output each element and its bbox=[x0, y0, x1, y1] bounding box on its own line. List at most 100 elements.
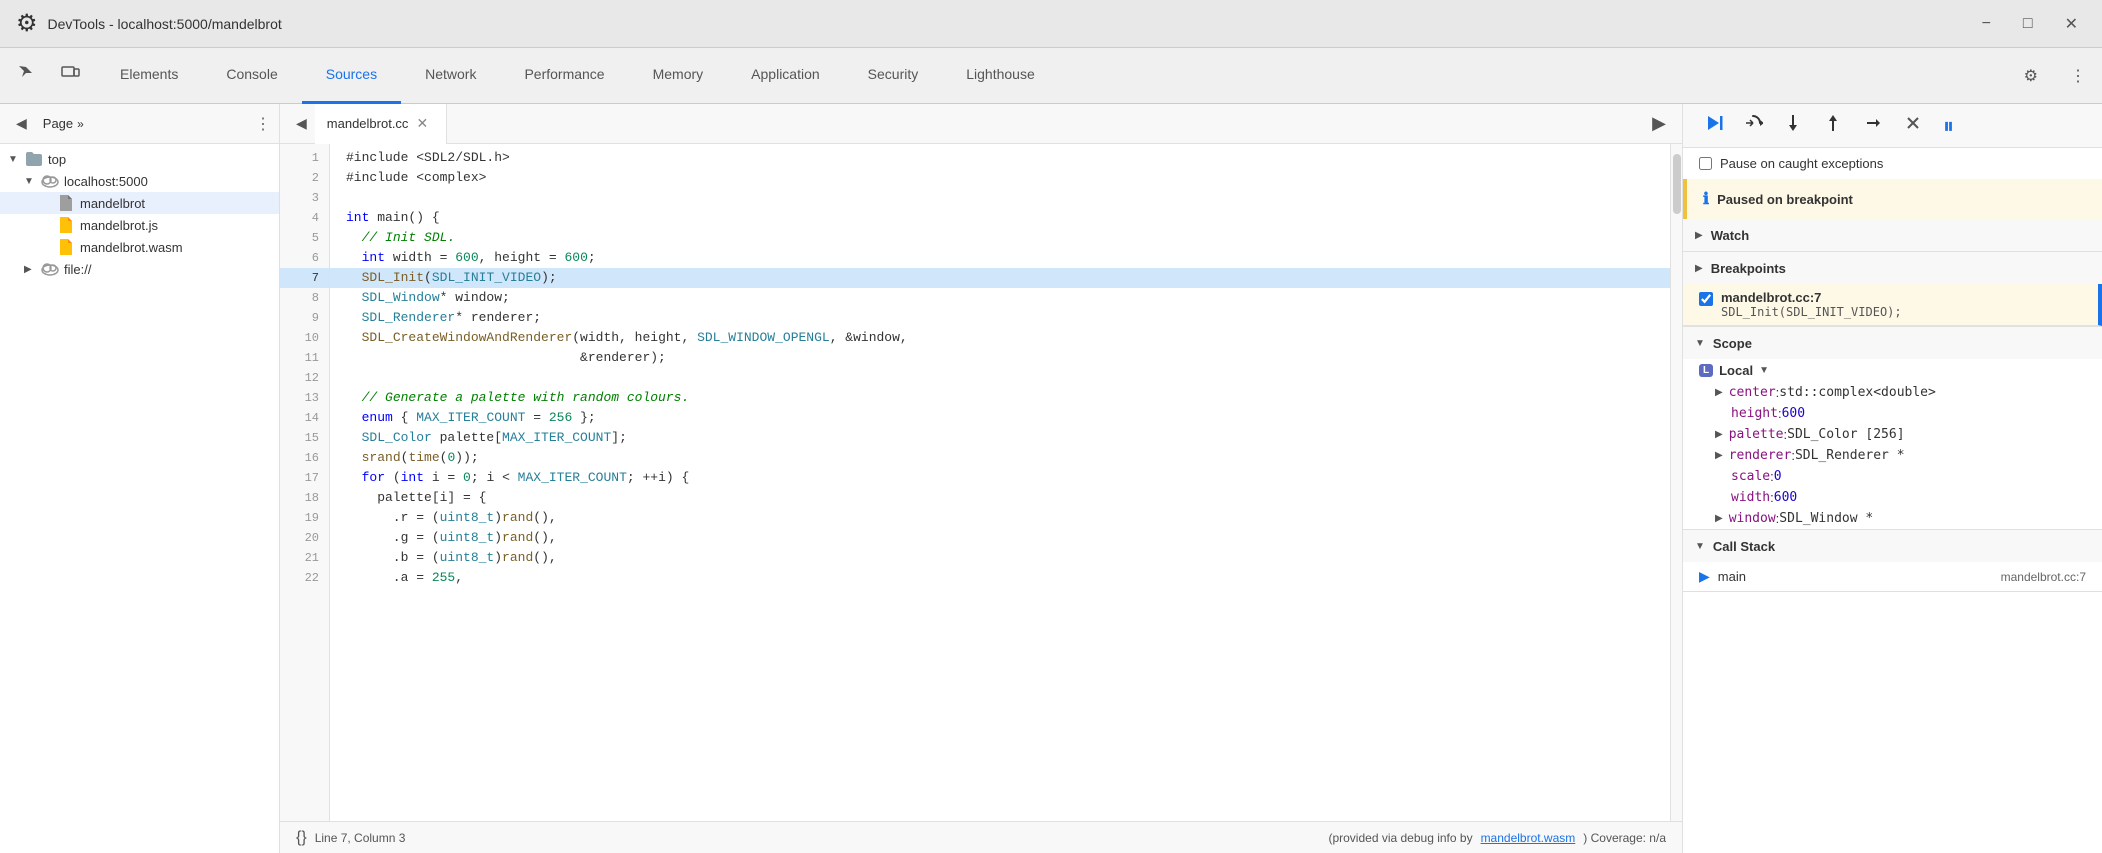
editor-tabs: ◀ mandelbrot.cc ✕ ▶ bbox=[280, 104, 1682, 144]
line-number-11[interactable]: 11 bbox=[280, 348, 329, 368]
pause-on-caught-checkbox[interactable] bbox=[1699, 157, 1712, 170]
line-number-6[interactable]: 6 bbox=[280, 248, 329, 268]
scope-expand-arrow: ▶ bbox=[1715, 429, 1723, 440]
scope-item-renderer[interactable]: ▶renderer: SDL_Renderer * bbox=[1683, 445, 2102, 466]
maximize-button[interactable]: □ bbox=[2015, 10, 2041, 38]
scope-items: ▶center: std::complex<double>height: 600… bbox=[1683, 382, 2102, 529]
nav-tab-console[interactable]: Console bbox=[202, 48, 301, 104]
nav-tab-application[interactable]: Application bbox=[727, 48, 844, 104]
breakpoints-arrow-icon: ▶ bbox=[1695, 263, 1703, 274]
editor-format-button[interactable]: ▶ bbox=[1644, 109, 1674, 138]
editor-tab-close-icon[interactable]: ✕ bbox=[414, 113, 430, 134]
call-stack-arrow-icon: ▼ bbox=[1695, 541, 1705, 552]
nav-tab-memory[interactable]: Memory bbox=[629, 48, 728, 104]
more-button[interactable]: ⋮ bbox=[2062, 62, 2094, 90]
step-button[interactable] bbox=[1855, 109, 1891, 143]
scrollbar-thumb[interactable] bbox=[1673, 154, 1681, 214]
tree-item-mandelbrot-wasm[interactable]: mandelbrot.wasm bbox=[0, 236, 279, 258]
line-number-7[interactable]: 7 bbox=[280, 268, 329, 288]
close-button[interactable]: ✕ bbox=[2057, 10, 2086, 38]
line-number-9[interactable]: 9 bbox=[280, 308, 329, 328]
step-into-button[interactable] bbox=[1775, 109, 1811, 143]
nav-tab-network[interactable]: Network bbox=[401, 48, 500, 104]
device-toolbar-button[interactable] bbox=[52, 59, 88, 92]
scope-expand-arrow: ▶ bbox=[1715, 450, 1723, 461]
tree-item-label: file:// bbox=[64, 262, 91, 277]
code-line-22: .a = 255, bbox=[346, 568, 1670, 588]
minimize-button[interactable]: − bbox=[1974, 10, 1999, 38]
left-panel-menu-icon[interactable]: ⋮ bbox=[255, 114, 271, 134]
page-tab[interactable]: Page » bbox=[35, 112, 92, 135]
deactivate-button[interactable] bbox=[1895, 109, 1931, 143]
breakpoint-checkbox[interactable] bbox=[1699, 292, 1713, 306]
breakpoints-section-header[interactable]: ▶ Breakpoints bbox=[1683, 252, 2102, 284]
code-editor[interactable]: 12345678910111213141516171819202122 #inc… bbox=[280, 144, 1682, 821]
tree-item-localhost-5000[interactable]: ▼localhost:5000 bbox=[0, 170, 279, 192]
line-number-13[interactable]: 13 bbox=[280, 388, 329, 408]
tree-item-file---[interactable]: ▶file:// bbox=[0, 258, 279, 280]
left-panel-back-button[interactable]: ◀ bbox=[8, 111, 35, 136]
scope-section-header[interactable]: ▼ Scope bbox=[1683, 327, 2102, 359]
code-line-5: // Init SDL. bbox=[346, 228, 1670, 248]
code-line-12 bbox=[346, 368, 1670, 388]
local-scope-header[interactable]: L Local ▼ bbox=[1683, 359, 2102, 382]
tab-bar-left-controls bbox=[8, 59, 88, 92]
line-number-22[interactable]: 22 bbox=[280, 568, 329, 588]
page-tab-label: Page bbox=[43, 116, 73, 131]
file-tree: ▼top▼localhost:5000mandelbrotmandelbrot.… bbox=[0, 144, 279, 853]
nav-tab-lighthouse[interactable]: Lighthouse bbox=[942, 48, 1059, 104]
editor-file-tab-mandelbrot[interactable]: mandelbrot.cc ✕ bbox=[315, 104, 447, 144]
step-out-button[interactable] bbox=[1815, 109, 1851, 143]
line-number-21[interactable]: 21 bbox=[280, 548, 329, 568]
breakpoint-details: mandelbrot.cc:7 SDL_Init(SDL_INIT_VIDEO)… bbox=[1721, 290, 1902, 319]
line-number-5[interactable]: 5 bbox=[280, 228, 329, 248]
tree-item-mandelbrot[interactable]: mandelbrot bbox=[0, 192, 279, 214]
call-stack-fn: main bbox=[1718, 569, 1746, 584]
line-number-8[interactable]: 8 bbox=[280, 288, 329, 308]
resume-button[interactable] bbox=[1695, 109, 1731, 143]
nav-tab-performance[interactable]: Performance bbox=[500, 48, 628, 104]
code-line-13: // Generate a palette with random colour… bbox=[346, 388, 1670, 408]
line-number-3[interactable]: 3 bbox=[280, 188, 329, 208]
line-number-10[interactable]: 10 bbox=[280, 328, 329, 348]
pause-on-exception-button[interactable]: ⏸ bbox=[1935, 109, 1962, 143]
inspect-element-button[interactable] bbox=[8, 59, 44, 92]
nav-tab-security[interactable]: Security bbox=[844, 48, 943, 104]
watch-section-header[interactable]: ▶ Watch bbox=[1683, 219, 2102, 251]
nav-tab-sources[interactable]: Sources bbox=[302, 48, 401, 104]
line-number-12[interactable]: 12 bbox=[280, 368, 329, 388]
line-number-17[interactable]: 17 bbox=[280, 468, 329, 488]
line-number-20[interactable]: 20 bbox=[280, 528, 329, 548]
wasm-link[interactable]: mandelbrot.wasm bbox=[1481, 831, 1576, 845]
line-number-15[interactable]: 15 bbox=[280, 428, 329, 448]
scope-item-window[interactable]: ▶window: SDL_Window * bbox=[1683, 508, 2102, 529]
line-number-1[interactable]: 1 bbox=[280, 148, 329, 168]
call-stack-location: mandelbrot.cc:7 bbox=[2001, 570, 2086, 584]
settings-button[interactable]: ⚙ bbox=[2016, 62, 2046, 90]
format-icon[interactable]: {} bbox=[296, 829, 307, 847]
call-stack-item[interactable]: ▶ main mandelbrot.cc:7 bbox=[1683, 562, 2102, 591]
line-number-16[interactable]: 16 bbox=[280, 448, 329, 468]
nav-tab-elements[interactable]: Elements bbox=[96, 48, 202, 104]
code-line-18: palette[i] = { bbox=[346, 488, 1670, 508]
pause-on-caught-label[interactable]: Pause on caught exceptions bbox=[1720, 156, 1883, 171]
line-number-2[interactable]: 2 bbox=[280, 168, 329, 188]
line-number-19[interactable]: 19 bbox=[280, 508, 329, 528]
line-number-4[interactable]: 4 bbox=[280, 208, 329, 228]
editor-back-button[interactable]: ◀ bbox=[288, 111, 315, 136]
title-bar-title: DevTools - localhost:5000/mandelbrot bbox=[48, 16, 1974, 32]
step-over-button[interactable] bbox=[1735, 109, 1771, 143]
scope-item-palette[interactable]: ▶palette: SDL_Color [256] bbox=[1683, 424, 2102, 445]
scope-value: 600 bbox=[1774, 490, 1797, 505]
code-line-15: SDL_Color palette[MAX_ITER_COUNT]; bbox=[346, 428, 1670, 448]
line-number-18[interactable]: 18 bbox=[280, 488, 329, 508]
breakpoint-banner-text: Paused on breakpoint bbox=[1717, 192, 1853, 207]
line-number-14[interactable]: 14 bbox=[280, 408, 329, 428]
call-stack-section-header[interactable]: ▼ Call Stack bbox=[1683, 530, 2102, 562]
tree-item-mandelbrot-js[interactable]: mandelbrot.js bbox=[0, 214, 279, 236]
scope-item-center[interactable]: ▶center: std::complex<double> bbox=[1683, 382, 2102, 403]
code-line-14: enum { MAX_ITER_COUNT = 256 }; bbox=[346, 408, 1670, 428]
tab-bar-right-controls: ⚙ ⋮ bbox=[2016, 62, 2094, 90]
tree-item-top[interactable]: ▼top bbox=[0, 148, 279, 170]
vertical-scrollbar[interactable] bbox=[1670, 144, 1682, 821]
